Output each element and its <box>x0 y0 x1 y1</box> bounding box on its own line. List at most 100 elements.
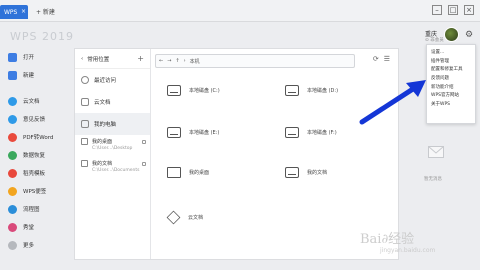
sidebar-item-recent[interactable]: 最近访问 <box>75 69 150 91</box>
nav-item-open[interactable]: 打开 <box>0 48 72 66</box>
menu-item-settings[interactable]: 设置... <box>427 48 475 57</box>
nav-item-label: 秀堂 <box>23 225 35 231</box>
hard-disk-icon <box>167 85 181 96</box>
add-location-icon[interactable]: + <box>137 54 144 63</box>
nav-item-feedback[interactable]: 意见反馈 <box>0 110 72 128</box>
chevron-left-icon[interactable]: ‹ <box>81 56 83 62</box>
pdf-icon <box>8 132 17 142</box>
maximize-icon[interactable]: □ <box>448 5 458 15</box>
folder-documents[interactable]: 我的文档 <box>285 167 327 178</box>
drive-label: 云文档 <box>188 215 204 221</box>
nav-item-label: 稻壳模板 <box>23 171 46 177</box>
menu-item-feedback[interactable]: 反馈问题 <box>427 74 475 83</box>
drive-label: 本地磁盘 (C:) <box>189 88 220 94</box>
menu-item-repair-tool[interactable]: 配置和修复工具 <box>427 65 475 74</box>
nav-item-label: 更多 <box>23 243 35 249</box>
nav-item-label: 新建 <box>23 73 35 79</box>
pin-icon[interactable] <box>142 140 146 144</box>
annotation-arrow <box>359 80 426 125</box>
window-controls: – □ × <box>432 5 474 15</box>
nav-item-flowchart[interactable]: 流程图 <box>0 200 72 218</box>
nav-item-more[interactable]: 更多 <box>0 236 72 254</box>
title-bar: WPS × + 新建 – □ × <box>0 0 480 22</box>
notice-text: 暂无消息 <box>424 177 442 182</box>
sidebar-item-path: C:\User...\Documents <box>92 168 140 173</box>
nav-item-showtang[interactable]: 秀堂 <box>0 218 72 236</box>
hard-disk-icon <box>167 127 181 138</box>
drive-label: 本地磁盘 (E:) <box>189 130 220 136</box>
note-icon <box>8 186 17 196</box>
clock-icon <box>81 76 89 84</box>
menu-item-whats-new[interactable]: 新功能介绍 <box>427 82 475 91</box>
app-logo: WPS 2019 <box>10 30 74 43</box>
left-nav: 打开 新建 云文档 意见反馈 PDF转Word 数据恢复 稻壳模板 WPS便签 … <box>0 48 72 254</box>
sidebar-item-desktop[interactable]: 我的桌面 C:\User...\Desktop <box>75 135 150 157</box>
sidebar-item-cloud[interactable]: 云文档 <box>75 91 150 113</box>
view-toggle-icon[interactable]: ☰ <box>384 55 390 63</box>
menu-item-website[interactable]: WPS官方网站 <box>427 91 475 100</box>
nav-item-pdf-to-word[interactable]: PDF转Word <box>0 128 72 146</box>
drive-e[interactable]: 本地磁盘 (E:) <box>167 127 219 138</box>
settings-menu: 设置... 插件管理 配置和修复工具 反馈问题 新功能介绍 WPS官方网站 关于… <box>426 44 476 124</box>
nav-item-label: 意见反馈 <box>23 117 46 123</box>
menu-item-plugins[interactable]: 插件管理 <box>427 57 475 66</box>
drive-f[interactable]: 本地磁盘 (F:) <box>285 127 337 138</box>
sidebar-item-my-computer[interactable]: 我的电脑 <box>75 113 150 135</box>
gear-icon[interactable]: ⚙ <box>465 30 473 40</box>
forward-icon[interactable]: → <box>167 58 171 64</box>
drive-label: 本地磁盘 (D:) <box>307 88 339 94</box>
watermark-url: jingyan.baidu.com <box>380 247 436 254</box>
sidebar-item-label: 最近访问 <box>94 78 117 84</box>
drive-c[interactable]: 本地磁盘 (C:) <box>167 85 220 96</box>
show-icon <box>8 222 17 232</box>
pin-icon[interactable] <box>142 162 146 166</box>
hard-disk-icon <box>285 85 299 96</box>
drive-d[interactable]: 本地磁盘 (D:) <box>285 85 338 96</box>
sidebar-item-label: 我的桌面 <box>92 139 113 145</box>
nav-item-label: WPS便签 <box>23 189 47 195</box>
nav-item-templates[interactable]: 稻壳模板 <box>0 164 72 182</box>
sidebar-item-label: 我的文档 <box>92 161 113 167</box>
back-icon[interactable]: ← <box>159 58 163 64</box>
tab-close-icon[interactable]: × <box>21 8 26 15</box>
nav-item-label: PDF转Word <box>23 135 54 141</box>
nav-item-label: 数据恢复 <box>23 153 46 159</box>
minimize-icon[interactable]: – <box>432 5 442 15</box>
nav-item-label: 云文档 <box>23 99 40 105</box>
nav-item-label: 打开 <box>23 55 35 61</box>
cube-icon <box>166 210 181 225</box>
menu-item-about[interactable]: 关于WPS <box>427 100 475 109</box>
sidebar-item-documents[interactable]: 我的文档 C:\User...\Documents <box>75 157 150 179</box>
location-sidebar: ‹ 常用位置 + 最近访问 云文档 我的电脑 我的桌面 C:\User...\D… <box>75 49 151 259</box>
nav-item-cloud-docs[interactable]: 云文档 <box>0 92 72 110</box>
folder-open-icon <box>8 52 17 62</box>
sidebar-item-label: 云文档 <box>94 100 111 106</box>
sidebar-header: ‹ 常用位置 + <box>75 49 150 69</box>
drive-label: 本地磁盘 (F:) <box>307 130 337 136</box>
new-file-icon <box>8 70 17 80</box>
path-separator: › <box>183 58 186 64</box>
nav-item-data-recovery[interactable]: 数据恢复 <box>0 146 72 164</box>
folder-desktop[interactable]: 我的桌面 <box>167 167 209 178</box>
nav-item-notes[interactable]: WPS便签 <box>0 182 72 200</box>
close-window-icon[interactable]: × <box>464 5 474 15</box>
drive-label: 我的文档 <box>307 170 328 176</box>
avatar[interactable] <box>444 27 459 42</box>
path-toolbar: ← → ↑ › 本机 ⟳ ☰ <box>155 54 390 68</box>
toolbar-icons: ⟳ ☰ <box>373 55 390 63</box>
path-text: 本机 <box>189 58 200 65</box>
folder-cloud[interactable]: 云文档 <box>166 210 204 225</box>
new-tab-button[interactable]: + 新建 <box>36 7 55 16</box>
tab-wps-label: WPS <box>4 8 18 16</box>
cloud-icon <box>8 96 17 106</box>
nav-item-new[interactable]: 新建 <box>0 66 72 84</box>
cloud-icon <box>81 98 89 106</box>
refresh-icon[interactable]: ⟳ <box>373 55 379 63</box>
nav-item-label: 流程图 <box>23 207 40 213</box>
documents-icon <box>285 167 299 178</box>
up-icon[interactable]: ↑ <box>175 58 179 64</box>
sidebar-header-label: 常用位置 <box>87 56 110 63</box>
tab-wps[interactable]: WPS × <box>0 5 28 19</box>
user-status: ⊙ 非会员 <box>425 38 444 43</box>
path-bar[interactable]: ← → ↑ › 本机 <box>155 54 355 68</box>
